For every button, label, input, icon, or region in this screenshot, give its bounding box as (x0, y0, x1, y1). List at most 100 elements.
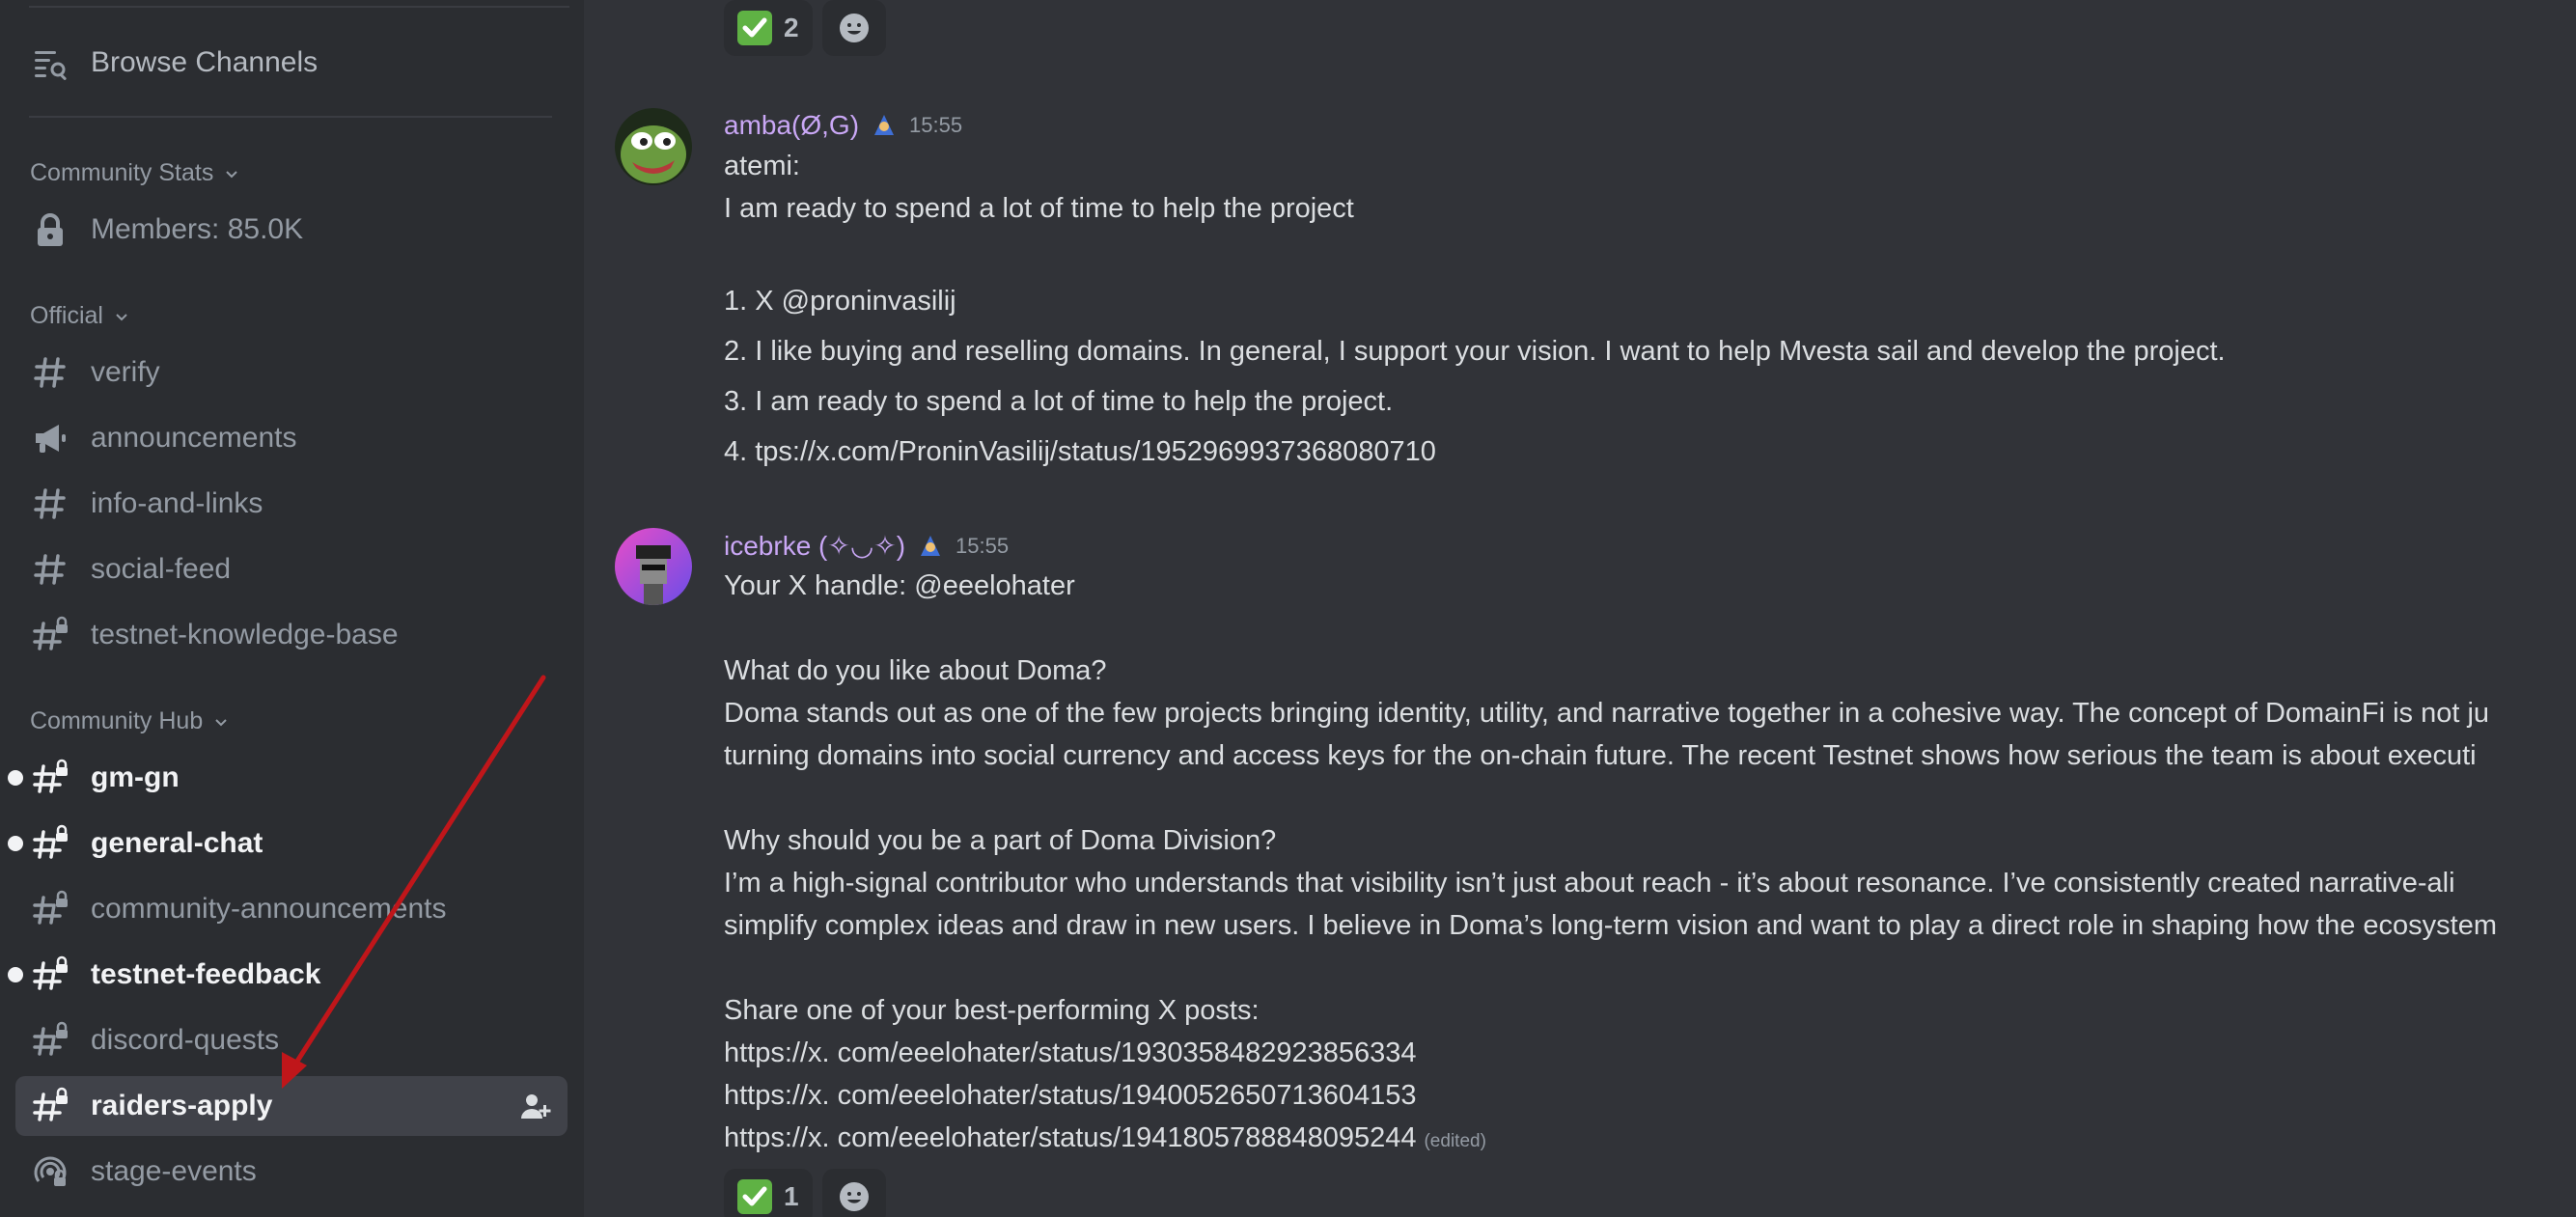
hashtag-icon (31, 484, 69, 523)
channel-label: general-chat (91, 827, 263, 859)
divider (29, 6, 569, 8)
avatar[interactable] (615, 528, 692, 605)
create-invite-icon[interactable] (519, 1090, 552, 1122)
message-text: atemi: (724, 151, 800, 181)
sidebar-item-info-and-links[interactable]: info-and-links (15, 475, 568, 533)
message-header: amba(Ø,G) 15:55 (724, 110, 962, 141)
role-badge-icon (874, 115, 895, 135)
browse-channels-icon (31, 43, 69, 82)
megaphone-icon (31, 419, 69, 457)
message-link[interactable]: https://x. com/eeelohater/status/1940052… (724, 1080, 1416, 1112)
sidebar-item-social-feed[interactable]: social-feed (15, 540, 568, 598)
channel-label: social-feed (91, 553, 232, 585)
sidebar-item-discord-quests[interactable]: discord-quests (15, 1011, 568, 1069)
hashtag-icon (31, 353, 69, 392)
sidebar-item-general-chat[interactable]: general-chat (8, 815, 568, 872)
sidebar-item-members[interactable]: Members: 85.0K (15, 201, 568, 259)
message-text: Why should you be a part of Doma Divisio… (724, 825, 1277, 856)
channel-label: gm-gn (91, 761, 180, 793)
hashtag-lock-icon (31, 955, 69, 994)
channel-label: discord-quests (91, 1024, 280, 1056)
message-link[interactable]: https://x. com/eeelohater/status/1941805… (724, 1122, 1416, 1153)
channel-label: raiders-apply (91, 1090, 273, 1121)
message-text: https://x. com/eeelohater/status/1941805… (724, 1122, 1486, 1154)
username[interactable]: amba(Ø,G) (724, 110, 859, 141)
sidebar-item-stage-events[interactable]: stage-events (15, 1143, 568, 1201)
check-mark-icon (737, 11, 772, 45)
reaction-count: 1 (784, 1181, 799, 1211)
smiley-icon (839, 1182, 869, 1211)
reaction-bar: 1 (724, 1169, 886, 1217)
sidebar-item-gm-gn[interactable]: gm-gn (8, 749, 568, 807)
reaction-bar: 2 (724, 0, 886, 56)
message-header: icebrke (✧◡✧) 15:55 (724, 530, 1009, 562)
message-text: Your X handle: @eeelohater (724, 570, 1075, 601)
message-text: Share one of your best-performing X post… (724, 995, 1260, 1026)
hashtag-lock-icon (31, 824, 69, 863)
message-text: Doma stands out as one of the few projec… (724, 698, 2490, 729)
chevron-down-icon (215, 718, 227, 726)
category-label: Official (30, 302, 103, 329)
username[interactable]: icebrke (✧◡✧) (724, 530, 905, 562)
message-text: I’m a high-signal contributor who unders… (724, 868, 2455, 899)
chevron-down-icon (226, 170, 238, 178)
lock-icon (31, 210, 69, 249)
sidebar-item-raiders-apply[interactable]: raiders-apply (15, 1076, 568, 1136)
sidebar-item-verify[interactable]: verify (15, 344, 568, 401)
message-list: 2 amba(Ø,G) 15:55 atemi: I am ready to s… (584, 0, 2576, 1217)
channel-label: info-and-links (91, 487, 263, 519)
message-text: simplify complex ideas and draw in new u… (724, 910, 2498, 941)
channel-label: testnet-knowledge-base (91, 619, 399, 650)
avatar[interactable] (615, 108, 692, 185)
add-reaction-button[interactable] (821, 1169, 886, 1217)
reaction-check[interactable]: 1 (724, 1169, 813, 1217)
category-community-hub[interactable]: Community Hub (30, 707, 230, 735)
channel-label: announcements (91, 422, 297, 454)
channel-label: community-announcements (91, 893, 447, 925)
unread-indicator (8, 770, 23, 786)
category-label: Community Hub (30, 707, 204, 734)
edited-label: (edited) (1424, 1131, 1486, 1151)
check-mark-icon (737, 1179, 772, 1214)
smiley-icon (839, 14, 869, 42)
message-text: 1. X @proninvasilij (724, 286, 956, 317)
message-link[interactable]: https://x. com/eeelohater/status/1930358… (724, 1037, 1416, 1069)
reaction-count: 2 (784, 13, 799, 42)
sidebar-item-testnet-feedback[interactable]: testnet-feedback (8, 946, 568, 1004)
timestamp: 15:55 (909, 113, 963, 137)
channel-label: stage-events (91, 1155, 257, 1187)
hashtag-lock-icon (31, 1087, 69, 1125)
hashtag-icon (31, 550, 69, 589)
category-label: Community Stats (30, 159, 214, 186)
hashtag-lock-icon (31, 890, 69, 928)
channel-sidebar: Browse Channels Community Stats Members:… (0, 0, 584, 1217)
message-text: 3. I am ready to spend a lot of time to … (724, 386, 1394, 417)
sidebar-item-testnet-knowledge-base[interactable]: testnet-knowledge-base (15, 606, 568, 664)
stage-icon (31, 1152, 69, 1191)
members-count: Members: 85.0K (91, 213, 304, 245)
chevron-down-icon (116, 313, 127, 320)
add-reaction-button[interactable] (821, 0, 886, 56)
divider (29, 116, 552, 118)
category-community-stats[interactable]: Community Stats (30, 159, 240, 187)
message-text: What do you like about Doma? (724, 655, 1107, 686)
reaction-check[interactable]: 2 (724, 0, 813, 56)
message-text: 2. I like buying and reselling domains. … (724, 336, 2226, 367)
timestamp: 15:55 (956, 533, 1010, 558)
channel-label: verify (91, 356, 160, 388)
unread-indicator (8, 967, 23, 982)
category-official[interactable]: Official (30, 302, 130, 330)
message-text: 4. tps://x.com/ProninVasilij/status/1952… (724, 436, 1436, 467)
role-badge-icon (921, 535, 941, 556)
sidebar-item-announcements[interactable]: announcements (15, 409, 568, 467)
channel-label: testnet-feedback (91, 958, 321, 990)
hashtag-lock-icon (31, 616, 69, 654)
sidebar-item-community-announcements[interactable]: community-announcements (15, 880, 568, 938)
hashtag-lock-icon (31, 1021, 69, 1060)
message-text: I am ready to spend a lot of time to hel… (724, 193, 1354, 224)
hashtag-lock-icon (31, 759, 69, 797)
unread-indicator (8, 836, 23, 851)
browse-channels-label: Browse Channels (91, 46, 319, 78)
message-text: turning domains into social currency and… (724, 740, 2477, 771)
browse-channels-button[interactable]: Browse Channels (15, 34, 568, 92)
